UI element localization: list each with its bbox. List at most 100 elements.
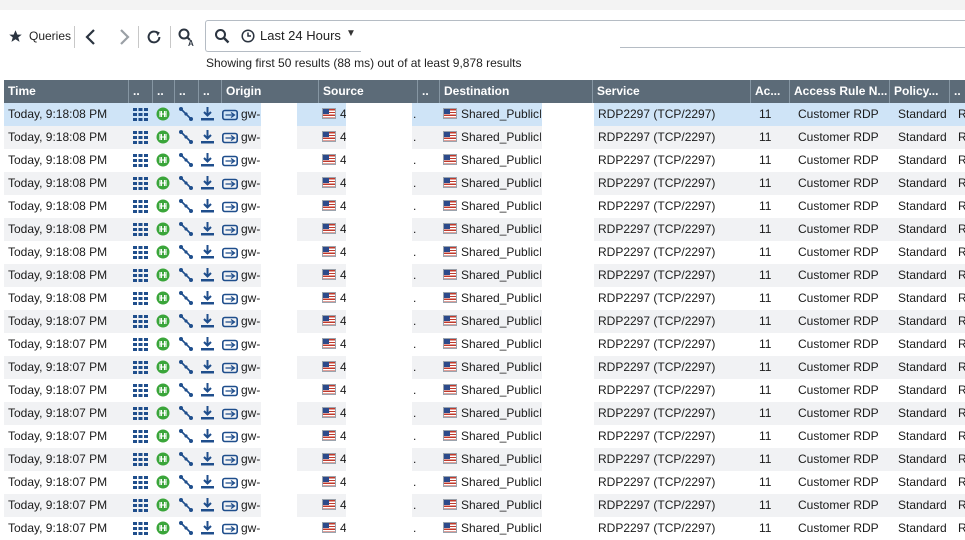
download-icon[interactable]: [201, 176, 214, 193]
table-row[interactable]: Today, 9:18:07 PM gw- 4. Shared_PublicIF RDP…: [4, 402, 965, 425]
details-icon[interactable]: [133, 499, 148, 515]
table-row[interactable]: Today, 9:18:07 PM gw- 4. Shared_PublicIF RDP…: [4, 425, 965, 448]
gateway-icon: [222, 385, 238, 400]
details-icon[interactable]: [133, 131, 148, 147]
details-icon[interactable]: [133, 315, 148, 331]
redacted-area: [261, 448, 297, 471]
column-header[interactable]: ..: [199, 80, 222, 103]
details-icon[interactable]: [133, 223, 148, 239]
redacted-area: [261, 379, 297, 402]
table-row[interactable]: Today, 9:18:07 PM gw- 4. Shared_PublicIF RDP…: [4, 310, 965, 333]
download-icon[interactable]: [201, 452, 214, 469]
collapsed-cell-dot: .: [413, 107, 417, 121]
download-icon[interactable]: [201, 130, 214, 147]
column-header[interactable]: ..: [175, 80, 199, 103]
action-cell: 11: [759, 199, 772, 213]
table-row[interactable]: Today, 9:18:08 PM gw- 4. Shared_PublicIF RDP…: [4, 149, 965, 172]
table-row[interactable]: Today, 9:18:08 PM gw- 4. Shared_PublicIF RDP…: [4, 241, 965, 264]
back-button[interactable]: [80, 26, 102, 48]
top-strip: [0, 0, 965, 10]
download-icon[interactable]: [201, 337, 214, 354]
details-icon[interactable]: [133, 108, 148, 124]
redacted-area: [542, 333, 594, 356]
column-header[interactable]: ..: [950, 80, 965, 103]
column-header[interactable]: Source: [319, 80, 418, 103]
details-icon[interactable]: [133, 476, 148, 492]
details-icon[interactable]: [133, 453, 148, 469]
download-icon[interactable]: [201, 291, 214, 308]
column-header[interactable]: Policy...: [890, 80, 950, 103]
column-header[interactable]: ..: [418, 80, 440, 103]
download-icon[interactable]: [201, 475, 214, 492]
refresh-button[interactable]: [143, 26, 165, 48]
details-icon[interactable]: [133, 338, 148, 354]
time-cell: Today, 9:18:07 PM: [8, 383, 108, 397]
forward-button[interactable]: [113, 26, 135, 48]
origin-cell: gw-: [241, 245, 261, 259]
last-column-cell: R: [958, 107, 965, 121]
policy-cell: Standard: [898, 268, 947, 282]
download-icon[interactable]: [201, 153, 214, 170]
details-icon[interactable]: [133, 269, 148, 285]
table-row[interactable]: Today, 9:18:07 PM gw- 4. Shared_PublicIF RDP…: [4, 379, 965, 402]
redacted-area: [346, 287, 412, 310]
flag-us-icon: [322, 499, 336, 510]
details-icon[interactable]: [133, 430, 148, 446]
table-row[interactable]: Today, 9:18:07 PM gw- 4. Shared_PublicIF RDP…: [4, 356, 965, 379]
table-row[interactable]: Today, 9:18:08 PM gw- 4. Shared_PublicIF RDP…: [4, 218, 965, 241]
table-row[interactable]: Today, 9:18:07 PM gw- 4. Shared_PublicIF RDP…: [4, 494, 965, 517]
time-range-selector[interactable]: Last 24 Hours ▼: [205, 20, 361, 52]
origin-cell: gw-: [241, 176, 261, 190]
column-header[interactable]: Ac...: [751, 80, 790, 103]
download-icon[interactable]: [201, 268, 214, 285]
details-icon[interactable]: [133, 361, 148, 377]
redacted-area: [261, 402, 297, 425]
table-row[interactable]: Today, 9:18:08 PM gw- 4. Shared_PublicIF RDP…: [4, 287, 965, 310]
query-syntax-button[interactable]: A: [176, 26, 198, 48]
policy-cell: Standard: [898, 130, 947, 144]
details-icon[interactable]: [133, 384, 148, 400]
download-icon[interactable]: [201, 521, 214, 538]
column-header[interactable]: ..: [153, 80, 175, 103]
column-header[interactable]: ..: [129, 80, 153, 103]
time-cell: Today, 9:18:07 PM: [8, 452, 108, 466]
column-header[interactable]: Origin: [222, 80, 319, 103]
table-row[interactable]: Today, 9:18:08 PM gw- 4. Shared_PublicIF RDP…: [4, 195, 965, 218]
table-row[interactable]: Today, 9:18:07 PM gw- 4. Shared_PublicIF RDP…: [4, 517, 965, 540]
time-range-label: Last 24 Hours: [260, 28, 341, 43]
column-header[interactable]: Service: [593, 80, 751, 103]
download-icon[interactable]: [201, 498, 214, 515]
table-row[interactable]: Today, 9:18:08 PM gw- 4. Shared_PublicIF RDP…: [4, 103, 965, 126]
details-icon[interactable]: [133, 522, 148, 538]
details-icon[interactable]: [133, 246, 148, 262]
download-icon[interactable]: [201, 107, 214, 124]
download-icon[interactable]: [201, 383, 214, 400]
column-header[interactable]: Time: [4, 80, 129, 103]
table-row[interactable]: Today, 9:18:07 PM gw- 4. Shared_PublicIF RDP…: [4, 448, 965, 471]
download-icon[interactable]: [201, 429, 214, 446]
download-icon[interactable]: [201, 406, 214, 423]
table-row[interactable]: Today, 9:18:08 PM gw- 4. Shared_PublicIF RDP…: [4, 264, 965, 287]
table-row[interactable]: Today, 9:18:07 PM gw- 4. Shared_PublicIF RDP…: [4, 333, 965, 356]
details-icon[interactable]: [133, 200, 148, 216]
download-icon[interactable]: [201, 199, 214, 216]
details-icon[interactable]: [133, 292, 148, 308]
download-icon[interactable]: [201, 245, 214, 262]
download-icon[interactable]: [201, 222, 214, 239]
queries-button[interactable]: Queries: [8, 27, 71, 45]
download-icon[interactable]: [201, 314, 214, 331]
column-header[interactable]: Access Rule N...: [790, 80, 890, 103]
details-icon[interactable]: [133, 177, 148, 193]
table-row[interactable]: Today, 9:18:08 PM gw- 4. Shared_PublicIF RDP…: [4, 126, 965, 149]
table-row[interactable]: Today, 9:18:08 PM gw- 4. Shared_PublicIF RDP…: [4, 172, 965, 195]
redacted-area: [542, 402, 594, 425]
table-row[interactable]: Today, 9:18:07 PM gw- 4. Shared_PublicIF RDP…: [4, 471, 965, 494]
origin-cell: gw-: [241, 475, 261, 489]
details-icon[interactable]: [133, 407, 148, 423]
details-icon[interactable]: [133, 154, 148, 170]
action-cell: 11: [759, 291, 772, 305]
download-icon[interactable]: [201, 360, 214, 377]
column-header[interactable]: Destination: [440, 80, 593, 103]
time-cell: Today, 9:18:07 PM: [8, 521, 108, 535]
redacted-area: [261, 287, 297, 310]
